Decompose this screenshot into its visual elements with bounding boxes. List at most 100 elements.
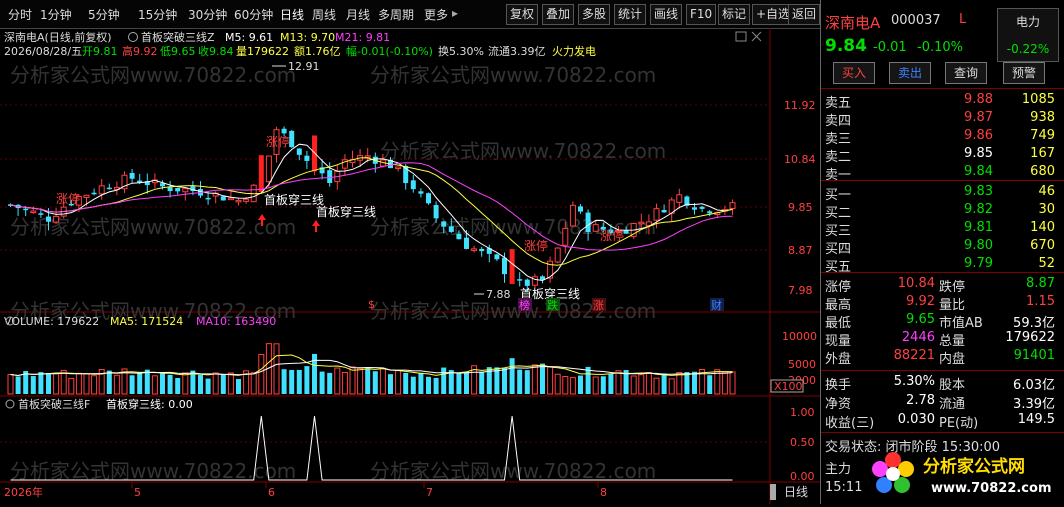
- sell-button[interactable]: 卖出: [889, 62, 931, 84]
- volume-bar: [258, 353, 265, 395]
- stat-row: 外盘 88221 内盘 91401: [821, 348, 1064, 367]
- period-tab-multi[interactable]: 多周期: [378, 6, 414, 23]
- kline-chart-area[interactable]: 分析家公式网www.70822.com 分析家公式网www.70822.com …: [0, 28, 820, 504]
- stat-label: 总量: [939, 334, 966, 349]
- candle-body: [227, 197, 234, 201]
- volume-bar: [524, 370, 530, 394]
- ask-label: 卖三: [825, 132, 852, 147]
- event-tag-die[interactable]: 跌: [547, 298, 558, 312]
- period-tab-day[interactable]: 日线: [280, 6, 304, 23]
- date-label: 6: [268, 486, 275, 499]
- restore-icon[interactable]: [735, 31, 747, 42]
- volume-bar: [289, 369, 295, 394]
- buy-button[interactable]: 买入: [833, 62, 875, 84]
- candle-body: [578, 206, 583, 212]
- volume-bar: [38, 372, 44, 394]
- time-label: 15:11: [825, 480, 863, 495]
- volume-bar: [615, 370, 622, 395]
- overlay-button[interactable]: 叠加: [542, 4, 575, 25]
- logo-text: 分析家公式网: [923, 456, 1025, 477]
- draw-line-button[interactable]: 画线: [650, 4, 683, 25]
- period-tab-week[interactable]: 周线: [312, 6, 336, 23]
- period-tab-more[interactable]: 更多: [424, 6, 448, 23]
- volume-bar: [341, 371, 348, 395]
- info-amount: 额1.76亿: [294, 45, 341, 58]
- indicator-name[interactable]: 首板突破三线Z: [141, 30, 215, 44]
- period-tab-fenshi[interactable]: 分时: [8, 6, 32, 23]
- bid-row[interactable]: 买二 9.82 30: [821, 202, 1064, 221]
- bid-row[interactable]: 买一 9.83 46: [821, 184, 1064, 203]
- flower-logo-icon: [872, 452, 914, 493]
- fuquan-button[interactable]: 复权: [506, 4, 539, 25]
- date-label: 7: [426, 486, 433, 499]
- ask-row[interactable]: 卖四 9.87 938: [821, 110, 1064, 129]
- candle-body: [38, 213, 44, 215]
- scroll-handle[interactable]: [770, 484, 776, 500]
- event-tag-bang[interactable]: 榜: [519, 298, 530, 312]
- bid-row[interactable]: 买四 9.80 670: [821, 238, 1064, 257]
- volume-bar: [433, 377, 439, 394]
- period-tab-60min[interactable]: 60分钟: [234, 6, 273, 23]
- ask-row[interactable]: 卖二 9.85 167: [821, 146, 1064, 165]
- volume-bar: [182, 372, 189, 395]
- price-change-pct: -0.10%: [917, 40, 963, 55]
- bid-label: 买一: [825, 188, 852, 203]
- svg-text:分析家公式网www.70822.com: 分析家公式网www.70822.com: [10, 63, 296, 87]
- volume-bar: [137, 372, 143, 394]
- period-tab-15min[interactable]: 15分钟: [138, 6, 177, 23]
- volume-bar: [334, 367, 341, 395]
- volume-bar: [729, 371, 736, 395]
- volume-bar: [653, 377, 660, 395]
- candle-body: [661, 209, 667, 213]
- ask-row[interactable]: 卖三 9.86 749: [821, 128, 1064, 147]
- info-low: 低9.65: [160, 45, 196, 58]
- candle-body: [175, 187, 181, 192]
- sub-axis-label: 1.00: [790, 406, 815, 419]
- fund-label: 净资: [825, 397, 852, 412]
- period-tab-5min[interactable]: 5分钟: [88, 6, 120, 23]
- bid-volume: 52: [1038, 256, 1055, 271]
- period-tab-30min[interactable]: 30分钟: [188, 6, 227, 23]
- candle-body: [456, 233, 462, 240]
- query-button[interactable]: 查询: [945, 62, 987, 84]
- multi-stock-button[interactable]: 多股: [578, 4, 611, 25]
- event-tag-zhang[interactable]: 涨: [593, 299, 604, 312]
- volume-bar: [106, 370, 112, 394]
- stat-value: 179622: [1005, 330, 1055, 345]
- event-tag-dollar[interactable]: $: [368, 298, 375, 311]
- period-tab-month[interactable]: 月线: [346, 6, 370, 23]
- fund-label: PE(动): [939, 416, 979, 431]
- candle-body: [531, 276, 538, 286]
- more-arrow-icon[interactable]: ▸: [452, 6, 458, 20]
- ask-row[interactable]: 卖五 9.88 1085: [821, 92, 1064, 111]
- back-button[interactable]: 返回: [788, 4, 821, 25]
- event-tag-cai[interactable]: 财: [711, 298, 722, 312]
- candle-body: [53, 215, 60, 223]
- info-float: 流通3.39亿: [488, 44, 546, 58]
- volume-bar: [212, 372, 219, 395]
- bid-row[interactable]: 买三 9.81 140: [821, 220, 1064, 239]
- candle-body: [585, 212, 591, 233]
- stat-value: 9.92: [906, 294, 935, 309]
- volume-bar: [410, 376, 416, 394]
- statistics-button[interactable]: 统计: [614, 4, 647, 25]
- settings-circle-icon[interactable]: [5, 399, 15, 409]
- alert-button[interactable]: 预警: [1003, 62, 1045, 84]
- settings-circle-icon[interactable]: [128, 32, 138, 42]
- fund-value: 5.30%: [893, 374, 935, 389]
- volume-bar: [608, 373, 614, 394]
- volume-bar: [205, 378, 211, 394]
- sector-box[interactable]: 电力 -0.22%: [997, 8, 1059, 62]
- price-axis-label: 7.98: [788, 284, 813, 297]
- volume-bar: [517, 369, 523, 394]
- period-tab-1min[interactable]: 1分钟: [40, 6, 72, 23]
- svg-text:分析家公式网www.70822.com: 分析家公式网www.70822.com: [10, 215, 296, 239]
- fund-value: 2.78: [906, 393, 935, 408]
- volume-bar: [160, 373, 165, 394]
- kline-chart-svg[interactable]: 分析家公式网www.70822.com 分析家公式网www.70822.com …: [0, 28, 820, 504]
- mark-button[interactable]: 标记: [718, 4, 751, 25]
- volume-bar: [630, 375, 637, 395]
- f10-button[interactable]: F10: [686, 4, 717, 25]
- volume-bar: [175, 378, 181, 394]
- volume-bar: [692, 371, 697, 394]
